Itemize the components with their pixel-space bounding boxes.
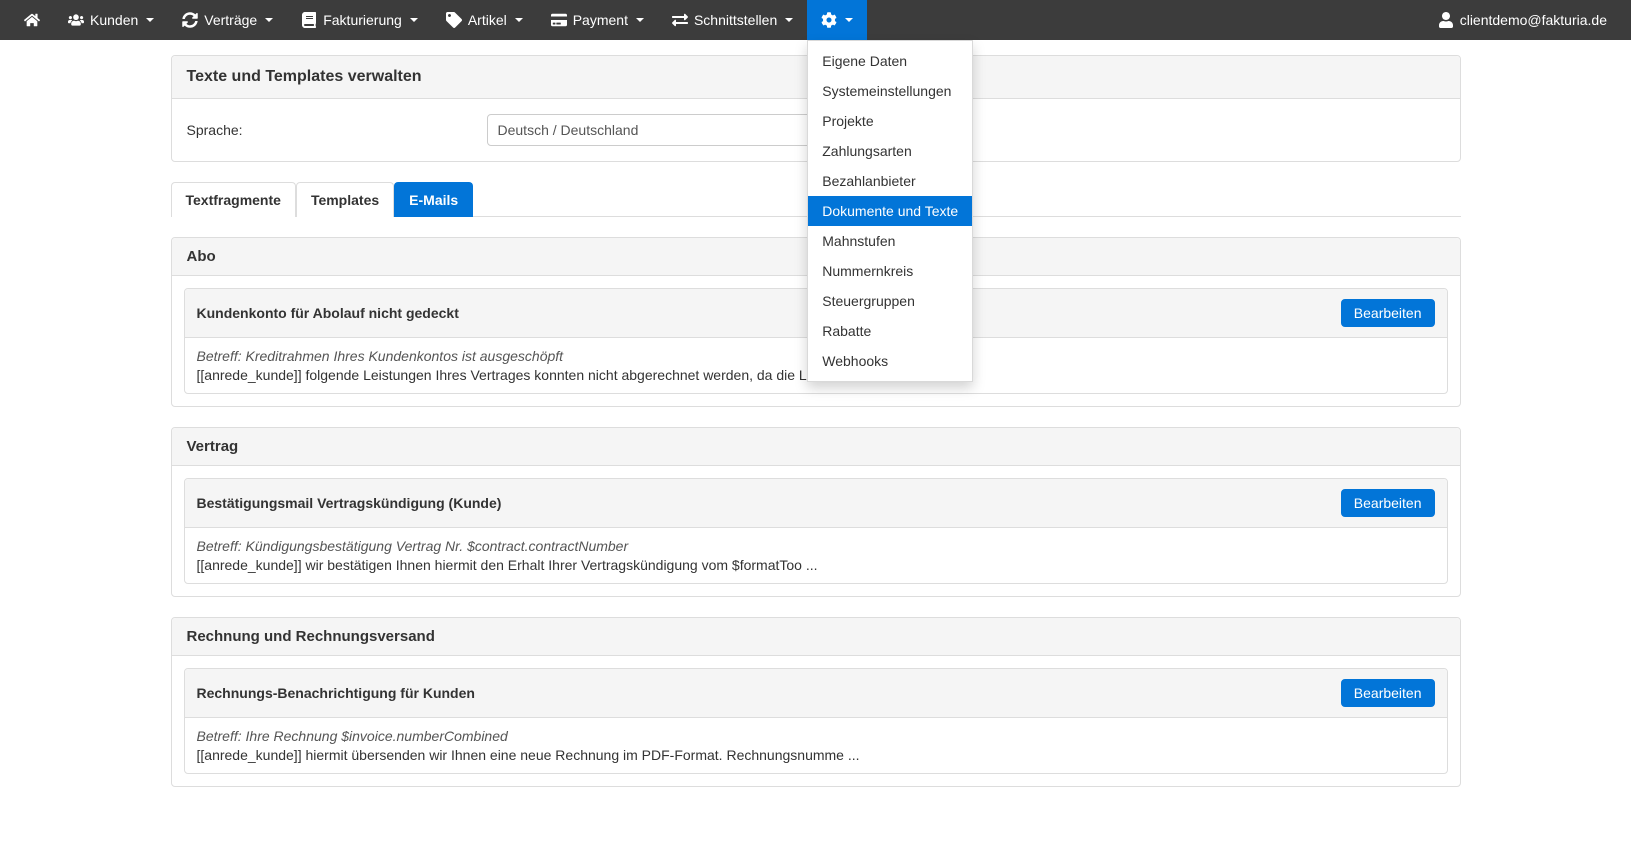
caret-down-icon <box>515 18 523 22</box>
settings-menu-item[interactable]: Zahlungsarten <box>808 136 972 166</box>
caret-down-icon <box>410 18 418 22</box>
template-title: Bestätigungsmail Vertragskündigung (Kund… <box>197 495 502 511</box>
caret-down-icon <box>785 18 793 22</box>
nav-label: Verträge <box>204 12 257 28</box>
settings-dropdown: Eigene DatenSystemeinstellungenProjekteZ… <box>807 40 973 382</box>
refresh-icon <box>182 12 198 28</box>
nav-label: Fakturierung <box>323 12 402 28</box>
edit-button[interactable]: Bearbeiten <box>1341 489 1435 517</box>
caret-down-icon <box>146 18 154 22</box>
caret-down-icon <box>265 18 273 22</box>
book-icon <box>301 12 317 28</box>
settings-menu-item[interactable]: Bezahlanbieter <box>808 166 972 196</box>
section-body: Rechnungs-Benachrichtigung für Kunden Bea… <box>172 656 1460 786</box>
user-email: clientdemo@fakturia.de <box>1460 12 1607 28</box>
gear-icon <box>821 12 837 28</box>
nav-artikel[interactable]: Artikel <box>432 0 537 40</box>
nav-schnittstellen[interactable]: Schnittstellen <box>658 0 807 40</box>
language-label: Sprache: <box>187 122 467 138</box>
settings-menu-item[interactable]: Systemeinstellungen <box>808 76 972 106</box>
template-title: Kundenkonto für Abolauf nicht gedeckt <box>197 305 459 321</box>
settings-menu-item[interactable]: Steuergruppen <box>808 286 972 316</box>
template-head: Rechnungs-Benachrichtigung für Kunden Bea… <box>185 669 1447 718</box>
template-title: Rechnungs-Benachrichtigung für Kunden <box>197 685 475 701</box>
user-icon <box>1438 12 1454 28</box>
caret-down-icon <box>845 18 853 22</box>
navbar: Kunden Verträge Fakturierung Artikel Pay… <box>0 0 1631 40</box>
section-body: Bestätigungsmail Vertragskündigung (Kund… <box>172 466 1460 596</box>
tab-templates[interactable]: Templates <box>296 182 394 217</box>
section-heading: Vertrag <box>172 428 1460 466</box>
section-panel: Vertrag Bestätigungsmail Vertragskündigun… <box>171 427 1461 597</box>
nav-home[interactable] <box>10 0 54 40</box>
template-item: Rechnungs-Benachrichtigung für Kunden Bea… <box>184 668 1448 774</box>
settings-menu-item[interactable]: Eigene Daten <box>808 46 972 76</box>
settings-menu-item[interactable]: Rabatte <box>808 316 972 346</box>
exchange-icon <box>672 12 688 28</box>
settings-menu-item[interactable]: Webhooks <box>808 346 972 376</box>
tab-e-mails[interactable]: E-Mails <box>394 182 473 217</box>
nav-left: Kunden Verträge Fakturierung Artikel Pay… <box>10 0 867 40</box>
nav-right: clientdemo@fakturia.de <box>1424 0 1621 40</box>
nav-settings[interactable]: Eigene DatenSystemeinstellungenProjekteZ… <box>807 0 867 40</box>
template-item: Bestätigungsmail Vertragskündigung (Kund… <box>184 478 1448 584</box>
edit-button[interactable]: Bearbeiten <box>1341 679 1435 707</box>
template-preview: [[anrede_kunde]] wir bestätigen Ihnen hi… <box>197 557 1435 573</box>
tab-textfragmente[interactable]: Textfragmente <box>171 182 296 217</box>
settings-menu-item[interactable]: Nummernkreis <box>808 256 972 286</box>
template-head: Bestätigungsmail Vertragskündigung (Kund… <box>185 479 1447 528</box>
template-preview: [[anrede_kunde]] hiermit übersenden wir … <box>197 747 1435 763</box>
nav-label: Kunden <box>90 12 138 28</box>
section-panel: Rechnung und Rechnungsversand Rechnungs-B… <box>171 617 1461 787</box>
nav-label: Payment <box>573 12 628 28</box>
nav-payment[interactable]: Payment <box>537 0 658 40</box>
caret-down-icon <box>636 18 644 22</box>
language-select[interactable]: Deutsch / Deutschland <box>487 114 817 146</box>
template-body: Betreff: Kündigungsbestätigung Vertrag N… <box>185 528 1447 583</box>
users-icon <box>68 12 84 28</box>
nav-fakturierung[interactable]: Fakturierung <box>287 0 432 40</box>
tag-icon <box>446 12 462 28</box>
section-heading: Rechnung und Rechnungsversand <box>172 618 1460 656</box>
edit-button[interactable]: Bearbeiten <box>1341 299 1435 327</box>
template-subject: Betreff: Ihre Rechnung $invoice.numberCo… <box>197 728 1435 744</box>
settings-menu-item[interactable]: Dokumente und Texte <box>808 196 972 226</box>
nav-vertraege[interactable]: Verträge <box>168 0 287 40</box>
nav-label: Schnittstellen <box>694 12 777 28</box>
settings-menu-item[interactable]: Mahnstufen <box>808 226 972 256</box>
credit-card-icon <box>551 12 567 28</box>
settings-menu-item[interactable]: Projekte <box>808 106 972 136</box>
nav-user[interactable]: clientdemo@fakturia.de <box>1424 0 1621 40</box>
home-icon <box>24 12 40 28</box>
nav-label: Artikel <box>468 12 507 28</box>
template-subject: Betreff: Kündigungsbestätigung Vertrag N… <box>197 538 1435 554</box>
nav-kunden[interactable]: Kunden <box>54 0 168 40</box>
template-body: Betreff: Ihre Rechnung $invoice.numberCo… <box>185 718 1447 773</box>
